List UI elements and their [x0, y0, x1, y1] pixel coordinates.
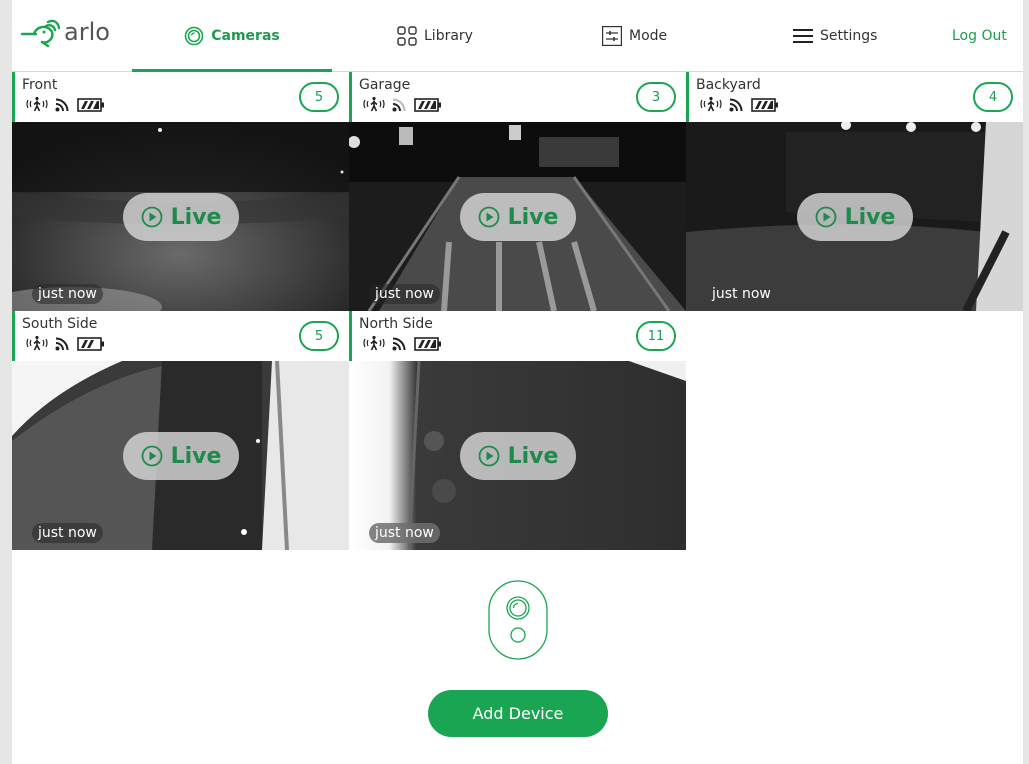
clip-count-badge[interactable]: 5 [299, 82, 339, 112]
live-button[interactable]: Live [460, 193, 576, 241]
signal-strong-icon [55, 335, 71, 355]
camera-name: Garage [359, 77, 411, 93]
camera-header: Front 5 [12, 72, 349, 122]
motion-detection-icon [699, 96, 723, 116]
camera-name: Front [22, 77, 58, 93]
sliders-icon [602, 26, 622, 46]
snapshot-timestamp: just now [369, 523, 440, 543]
clip-count-badge[interactable]: 3 [636, 82, 676, 112]
camera-feed[interactable]: Live just now [12, 122, 349, 311]
signal-strong-icon [55, 96, 71, 116]
camera-tile-front: Front 5 Live just now [12, 72, 349, 311]
battery-full-icon [414, 336, 442, 355]
live-button[interactable]: Live [797, 193, 913, 241]
battery-full-icon [751, 97, 779, 116]
clip-count-badge[interactable]: 11 [636, 321, 676, 351]
nav-cameras-label: Cameras [211, 28, 280, 44]
battery-full-icon [414, 97, 442, 116]
signal-weak-icon [392, 96, 408, 116]
add-device-button[interactable]: Add Device [428, 690, 608, 737]
snapshot-timestamp: just now [369, 284, 440, 304]
camera-header: Backyard 4 [686, 72, 1023, 122]
live-label: Live [170, 204, 222, 230]
camera-feed[interactable]: Live just now [12, 361, 349, 550]
live-button[interactable]: Live [460, 432, 576, 480]
camera-feed[interactable]: Live just now [349, 361, 686, 550]
camera-name: Backyard [696, 77, 761, 93]
nav-settings-label: Settings [820, 28, 878, 44]
hamburger-menu-icon [793, 28, 813, 44]
live-label: Live [507, 204, 559, 230]
battery-medium-icon [77, 336, 105, 355]
live-button[interactable]: Live [123, 432, 239, 480]
camera-device-icon [488, 580, 548, 660]
page: arlo Cameras Library Mode Settings Log O… [12, 0, 1023, 764]
play-circle-icon [141, 206, 163, 228]
camera-tile-south-side: South Side 5 Live just now [12, 311, 349, 550]
nav-cameras[interactable]: Cameras [132, 0, 332, 73]
camera-tile-garage: Garage 3 Live just now [349, 72, 686, 311]
camera-header: North Side 11 [349, 311, 686, 361]
camera-tile-backyard: Backyard 4 Live just now [686, 72, 1023, 311]
camera-feed[interactable]: Live just now [686, 122, 1023, 311]
play-circle-icon [478, 206, 500, 228]
play-circle-icon [141, 445, 163, 467]
motion-detection-icon [362, 335, 386, 355]
nav-mode-label: Mode [629, 28, 668, 44]
camera-header: South Side 5 [12, 311, 349, 361]
camera-lens-icon [184, 26, 204, 46]
live-button[interactable]: Live [123, 193, 239, 241]
clip-count-badge[interactable]: 5 [299, 321, 339, 351]
play-circle-icon [815, 206, 837, 228]
motion-detection-icon [25, 335, 49, 355]
nav-library[interactable]: Library [397, 0, 473, 72]
camera-header: Garage 3 [349, 72, 686, 122]
logout-link[interactable]: Log Out [952, 0, 1007, 72]
live-label: Live [844, 204, 896, 230]
camera-feed[interactable]: Live just now [349, 122, 686, 311]
arlo-wordmark: arlo [64, 18, 110, 46]
camera-name: South Side [22, 316, 98, 332]
grid-icon [397, 26, 417, 46]
arlo-logo[interactable]: arlo [20, 16, 130, 50]
camera-tile-north-side: North Side 11 Live just now [349, 311, 686, 550]
nav-library-label: Library [424, 28, 473, 44]
snapshot-timestamp: just now [712, 286, 771, 302]
clip-count-badge[interactable]: 4 [973, 82, 1013, 112]
motion-detection-icon [362, 96, 386, 116]
play-circle-icon [478, 445, 500, 467]
top-nav: arlo Cameras Library Mode Settings Log O… [12, 0, 1023, 73]
camera-name: North Side [359, 316, 433, 332]
signal-strong-icon [729, 96, 745, 116]
snapshot-timestamp: just now [32, 284, 103, 304]
snapshot-timestamp: just now [32, 523, 103, 543]
nav-settings[interactable]: Settings [793, 0, 877, 72]
battery-full-icon [77, 97, 105, 116]
motion-detection-icon [25, 96, 49, 116]
live-label: Live [507, 443, 559, 469]
signal-strong-icon [392, 335, 408, 355]
live-label: Live [170, 443, 222, 469]
nav-mode[interactable]: Mode [602, 0, 667, 72]
